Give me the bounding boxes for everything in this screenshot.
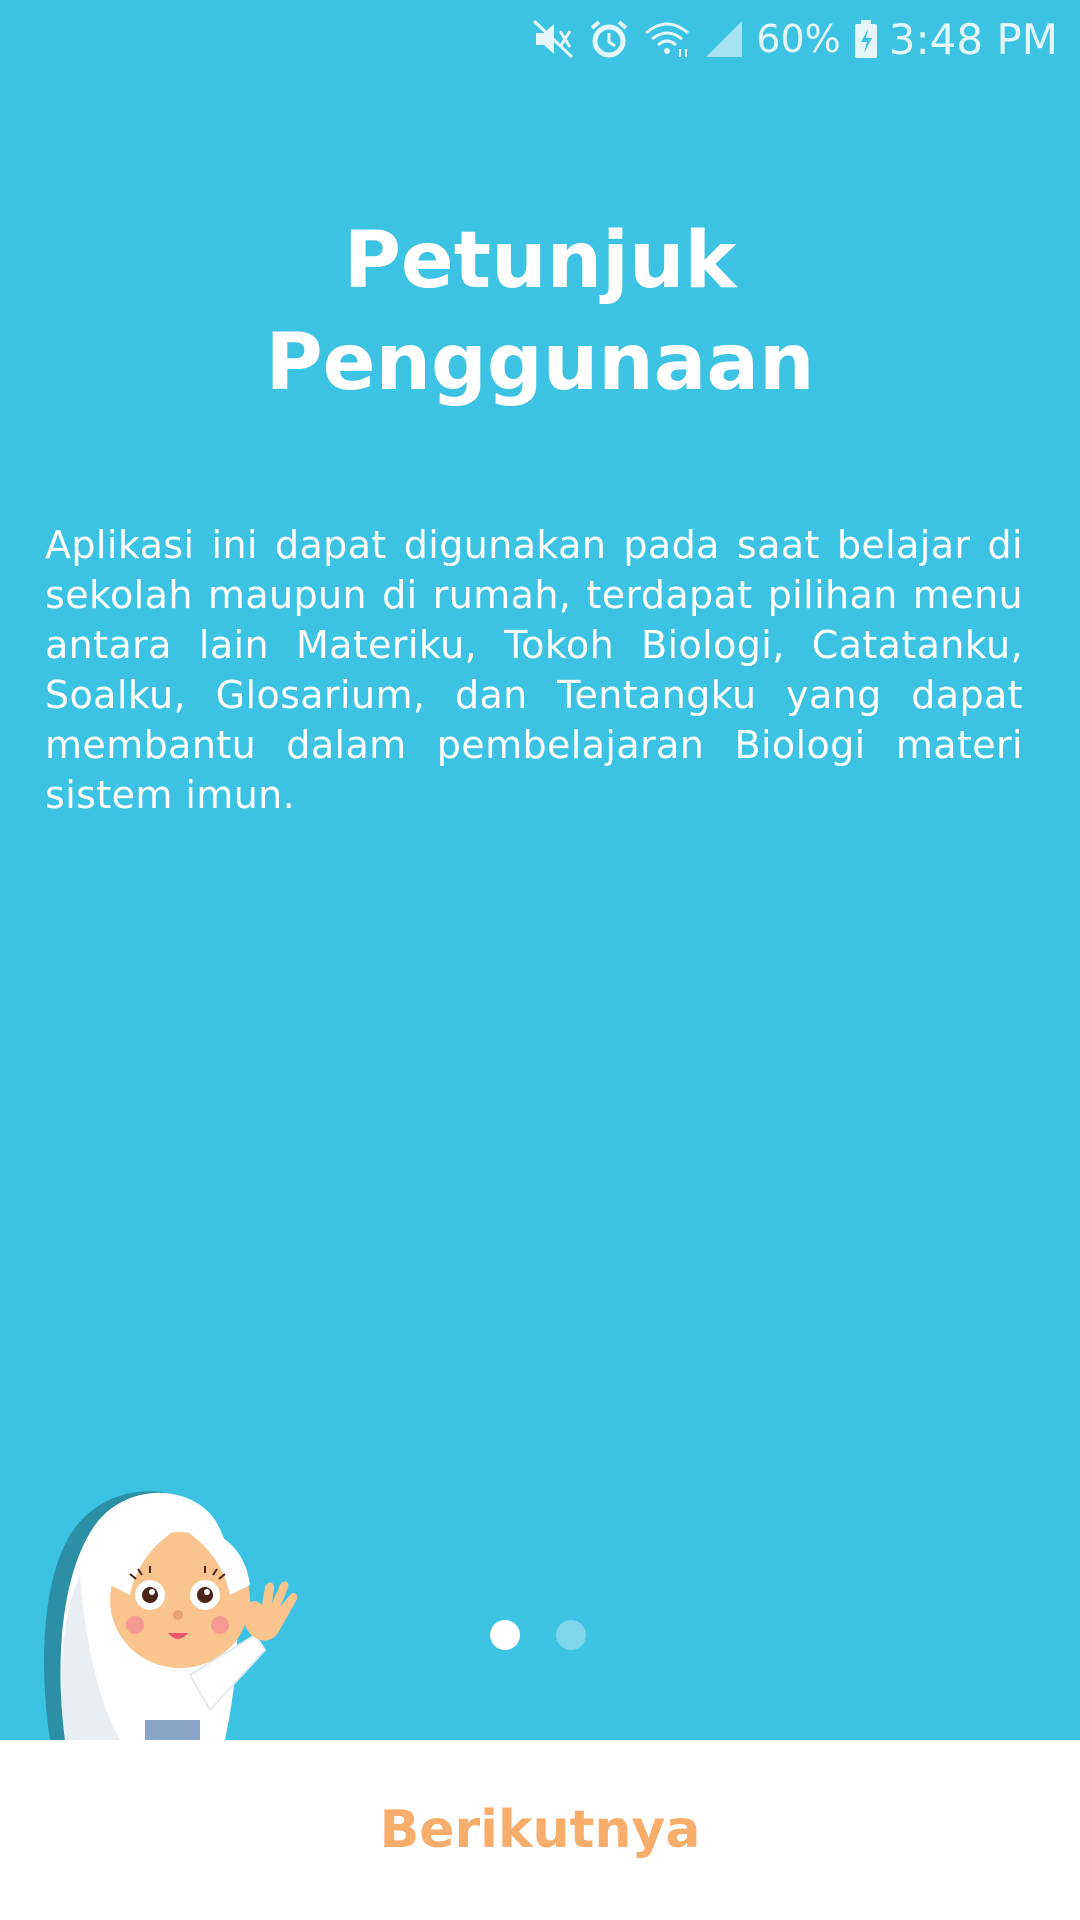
intro-description: Aplikasi ini dapat digunakan pada saat b… — [45, 523, 1023, 817]
battery-charging-icon — [853, 19, 879, 59]
title-line-1: Petunjuk — [343, 216, 737, 306]
page-indicator — [490, 1620, 622, 1650]
wifi-icon — [642, 19, 692, 59]
mascot-illustration — [40, 1475, 330, 1740]
page-dot-2 — [556, 1620, 586, 1650]
footer-bar: Berikutnya — [0, 1740, 1080, 1920]
signal-icon — [704, 19, 744, 59]
status-bar: 60% 3:48 PM — [0, 0, 1080, 78]
page-title: Petunjuk Penggunaan — [0, 210, 1080, 414]
battery-percent: 60% — [756, 17, 841, 61]
onboarding-screen: 60% 3:48 PM Petunjuk Penggunaan Aplikasi… — [0, 0, 1080, 1920]
page-dot-1-active — [490, 1620, 520, 1650]
mute-icon — [532, 19, 576, 59]
title-line-2: Penggunaan — [265, 318, 815, 408]
alarm-icon — [588, 18, 630, 60]
next-button[interactable]: Berikutnya — [340, 1780, 741, 1880]
status-clock: 3:48 PM — [888, 14, 1058, 64]
